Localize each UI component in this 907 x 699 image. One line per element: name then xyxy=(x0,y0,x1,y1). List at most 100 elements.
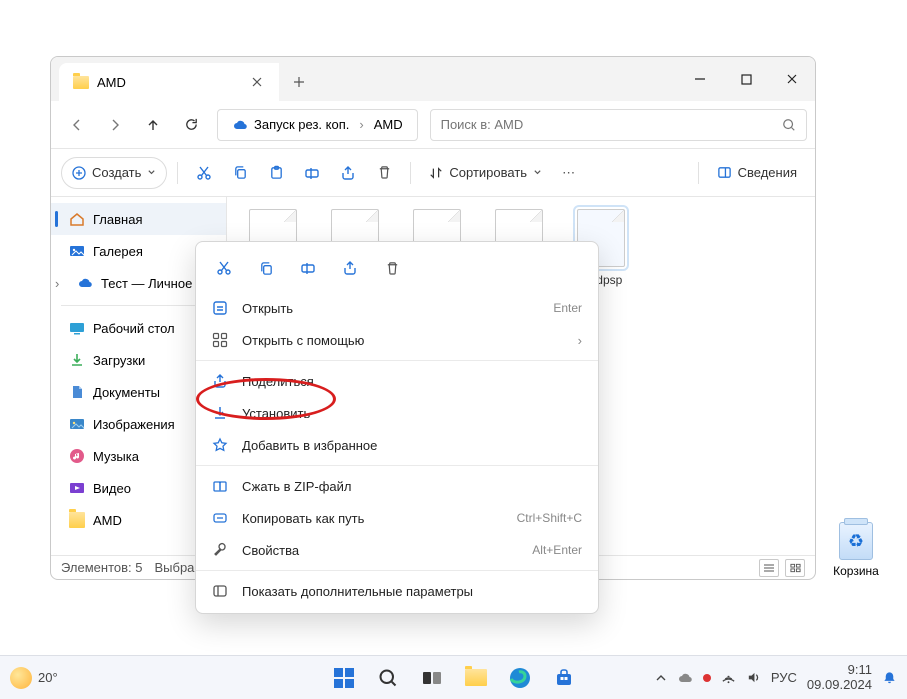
search-icon xyxy=(782,118,796,132)
close-button[interactable] xyxy=(769,57,815,101)
ctx-copy-button[interactable] xyxy=(250,252,282,284)
tab-current[interactable]: AMD xyxy=(59,63,279,101)
maximize-button[interactable] xyxy=(723,57,769,101)
back-button[interactable] xyxy=(59,109,95,141)
view-list-button[interactable] xyxy=(759,559,779,577)
separator xyxy=(177,162,178,184)
view-grid-button[interactable] xyxy=(785,559,805,577)
ctx-share[interactable]: Поделиться xyxy=(196,365,598,397)
taskbar-explorer-button[interactable] xyxy=(457,661,495,695)
sort-label: Сортировать xyxy=(449,165,527,180)
sort-button[interactable]: Сортировать xyxy=(421,157,550,189)
ctx-label: Открыть с помощью xyxy=(242,333,364,348)
taskbar-store-button[interactable] xyxy=(545,661,583,695)
tray-time: 9:11 xyxy=(807,663,872,678)
tray-notifications-button[interactable] xyxy=(882,670,897,686)
documents-icon xyxy=(69,384,85,400)
tray-clock[interactable]: 9:11 09.09.2024 xyxy=(807,663,872,693)
recycle-bin[interactable]: ♻ Корзина xyxy=(829,522,883,578)
breadcrumb-current[interactable]: AMD xyxy=(368,117,409,132)
copy-path-icon xyxy=(212,510,228,526)
forward-button[interactable] xyxy=(97,109,133,141)
search-input[interactable] xyxy=(441,117,782,132)
details-icon xyxy=(717,165,732,180)
music-icon xyxy=(69,448,85,464)
onedrive-icon xyxy=(77,275,93,291)
new-tab-button[interactable] xyxy=(279,63,319,101)
sidebar-item-home[interactable]: Главная xyxy=(51,203,226,235)
ctx-label: Поделиться xyxy=(242,374,314,389)
search-box[interactable] xyxy=(430,109,807,141)
ctx-cut-button[interactable] xyxy=(208,252,240,284)
home-icon xyxy=(69,211,85,227)
gallery-icon xyxy=(69,243,85,259)
toolbar: Создать Сортировать ⋯ Сведения xyxy=(51,149,815,197)
recycle-bin-label: Корзина xyxy=(829,564,883,578)
share-button[interactable] xyxy=(332,157,364,189)
ctx-rename-button[interactable] xyxy=(292,252,324,284)
taskbar-weather[interactable]: 20° xyxy=(10,667,58,689)
tray-onedrive-icon[interactable] xyxy=(677,670,693,686)
breadcrumb-root[interactable]: Запуск рез. коп. xyxy=(226,117,355,133)
zip-icon xyxy=(212,478,228,494)
ctx-separator xyxy=(196,465,598,466)
windows-logo-icon xyxy=(334,668,354,688)
up-button[interactable] xyxy=(135,109,171,141)
minimize-button[interactable] xyxy=(677,57,723,101)
ctx-shortcut: Enter xyxy=(553,301,582,315)
expand-icon[interactable]: › xyxy=(55,276,69,291)
tray-recording-icon[interactable] xyxy=(703,674,711,682)
install-icon xyxy=(212,405,228,421)
ctx-shortcut: Ctrl+Shift+C xyxy=(517,511,582,525)
sidebar-separator xyxy=(61,305,216,306)
ctx-copy-path[interactable]: Копировать как путь Ctrl+Shift+C xyxy=(196,502,598,534)
details-pane-button[interactable]: Сведения xyxy=(709,157,805,189)
details-label: Сведения xyxy=(738,165,797,180)
breadcrumb-current-label: AMD xyxy=(374,117,403,132)
tab-close-button[interactable] xyxy=(249,74,265,90)
start-button[interactable] xyxy=(325,661,363,695)
ctx-properties[interactable]: Свойства Alt+Enter xyxy=(196,534,598,566)
open-icon xyxy=(212,300,228,316)
ctx-label: Свойства xyxy=(242,543,299,558)
taskbar-search-button[interactable] xyxy=(369,661,407,695)
sidebar-label: Изображения xyxy=(93,417,175,432)
breadcrumb[interactable]: Запуск рез. коп. › AMD xyxy=(217,109,418,141)
tray-chevron-up-button[interactable] xyxy=(655,672,667,684)
ctx-label: Показать дополнительные параметры xyxy=(242,584,473,599)
recycle-bin-icon: ♻ xyxy=(839,522,873,560)
sidebar-label: Документы xyxy=(93,385,160,400)
refresh-button[interactable] xyxy=(173,109,209,141)
ctx-shortcut: Alt+Enter xyxy=(532,543,582,557)
tray-language[interactable]: РУС xyxy=(771,670,797,685)
tray-network-icon[interactable] xyxy=(721,670,736,685)
sidebar-label: Рабочий стол xyxy=(93,321,175,336)
cut-button[interactable] xyxy=(188,157,220,189)
plus-circle-icon xyxy=(72,166,86,180)
ctx-open[interactable]: Открыть Enter xyxy=(196,292,598,324)
copy-button[interactable] xyxy=(224,157,256,189)
ctx-more-options[interactable]: Показать дополнительные параметры xyxy=(196,575,598,607)
paste-button[interactable] xyxy=(260,157,292,189)
create-button[interactable]: Создать xyxy=(61,157,167,189)
ctx-zip[interactable]: Сжать в ZIP-файл xyxy=(196,470,598,502)
ctx-separator xyxy=(196,570,598,571)
task-view-button[interactable] xyxy=(413,661,451,695)
taskbar: 20° РУС 9:11 09.09.2024 xyxy=(0,655,907,699)
weather-icon xyxy=(10,667,32,689)
tray-volume-icon[interactable] xyxy=(746,670,761,685)
more-button[interactable]: ⋯ xyxy=(554,157,583,189)
taskbar-edge-button[interactable] xyxy=(501,661,539,695)
delete-button[interactable] xyxy=(368,157,400,189)
ctx-share-button[interactable] xyxy=(334,252,366,284)
ctx-favorite[interactable]: Добавить в избранное xyxy=(196,429,598,461)
status-selected: Выбра xyxy=(154,560,194,575)
ctx-delete-button[interactable] xyxy=(376,252,408,284)
context-quick-actions xyxy=(196,248,598,292)
rename-button[interactable] xyxy=(296,157,328,189)
tray-date: 09.09.2024 xyxy=(807,678,872,693)
window-controls xyxy=(677,57,815,101)
ctx-open-with[interactable]: Открыть с помощью › xyxy=(196,324,598,356)
ctx-install[interactable]: Установить xyxy=(196,397,598,429)
sidebar-label: Галерея xyxy=(93,244,143,259)
